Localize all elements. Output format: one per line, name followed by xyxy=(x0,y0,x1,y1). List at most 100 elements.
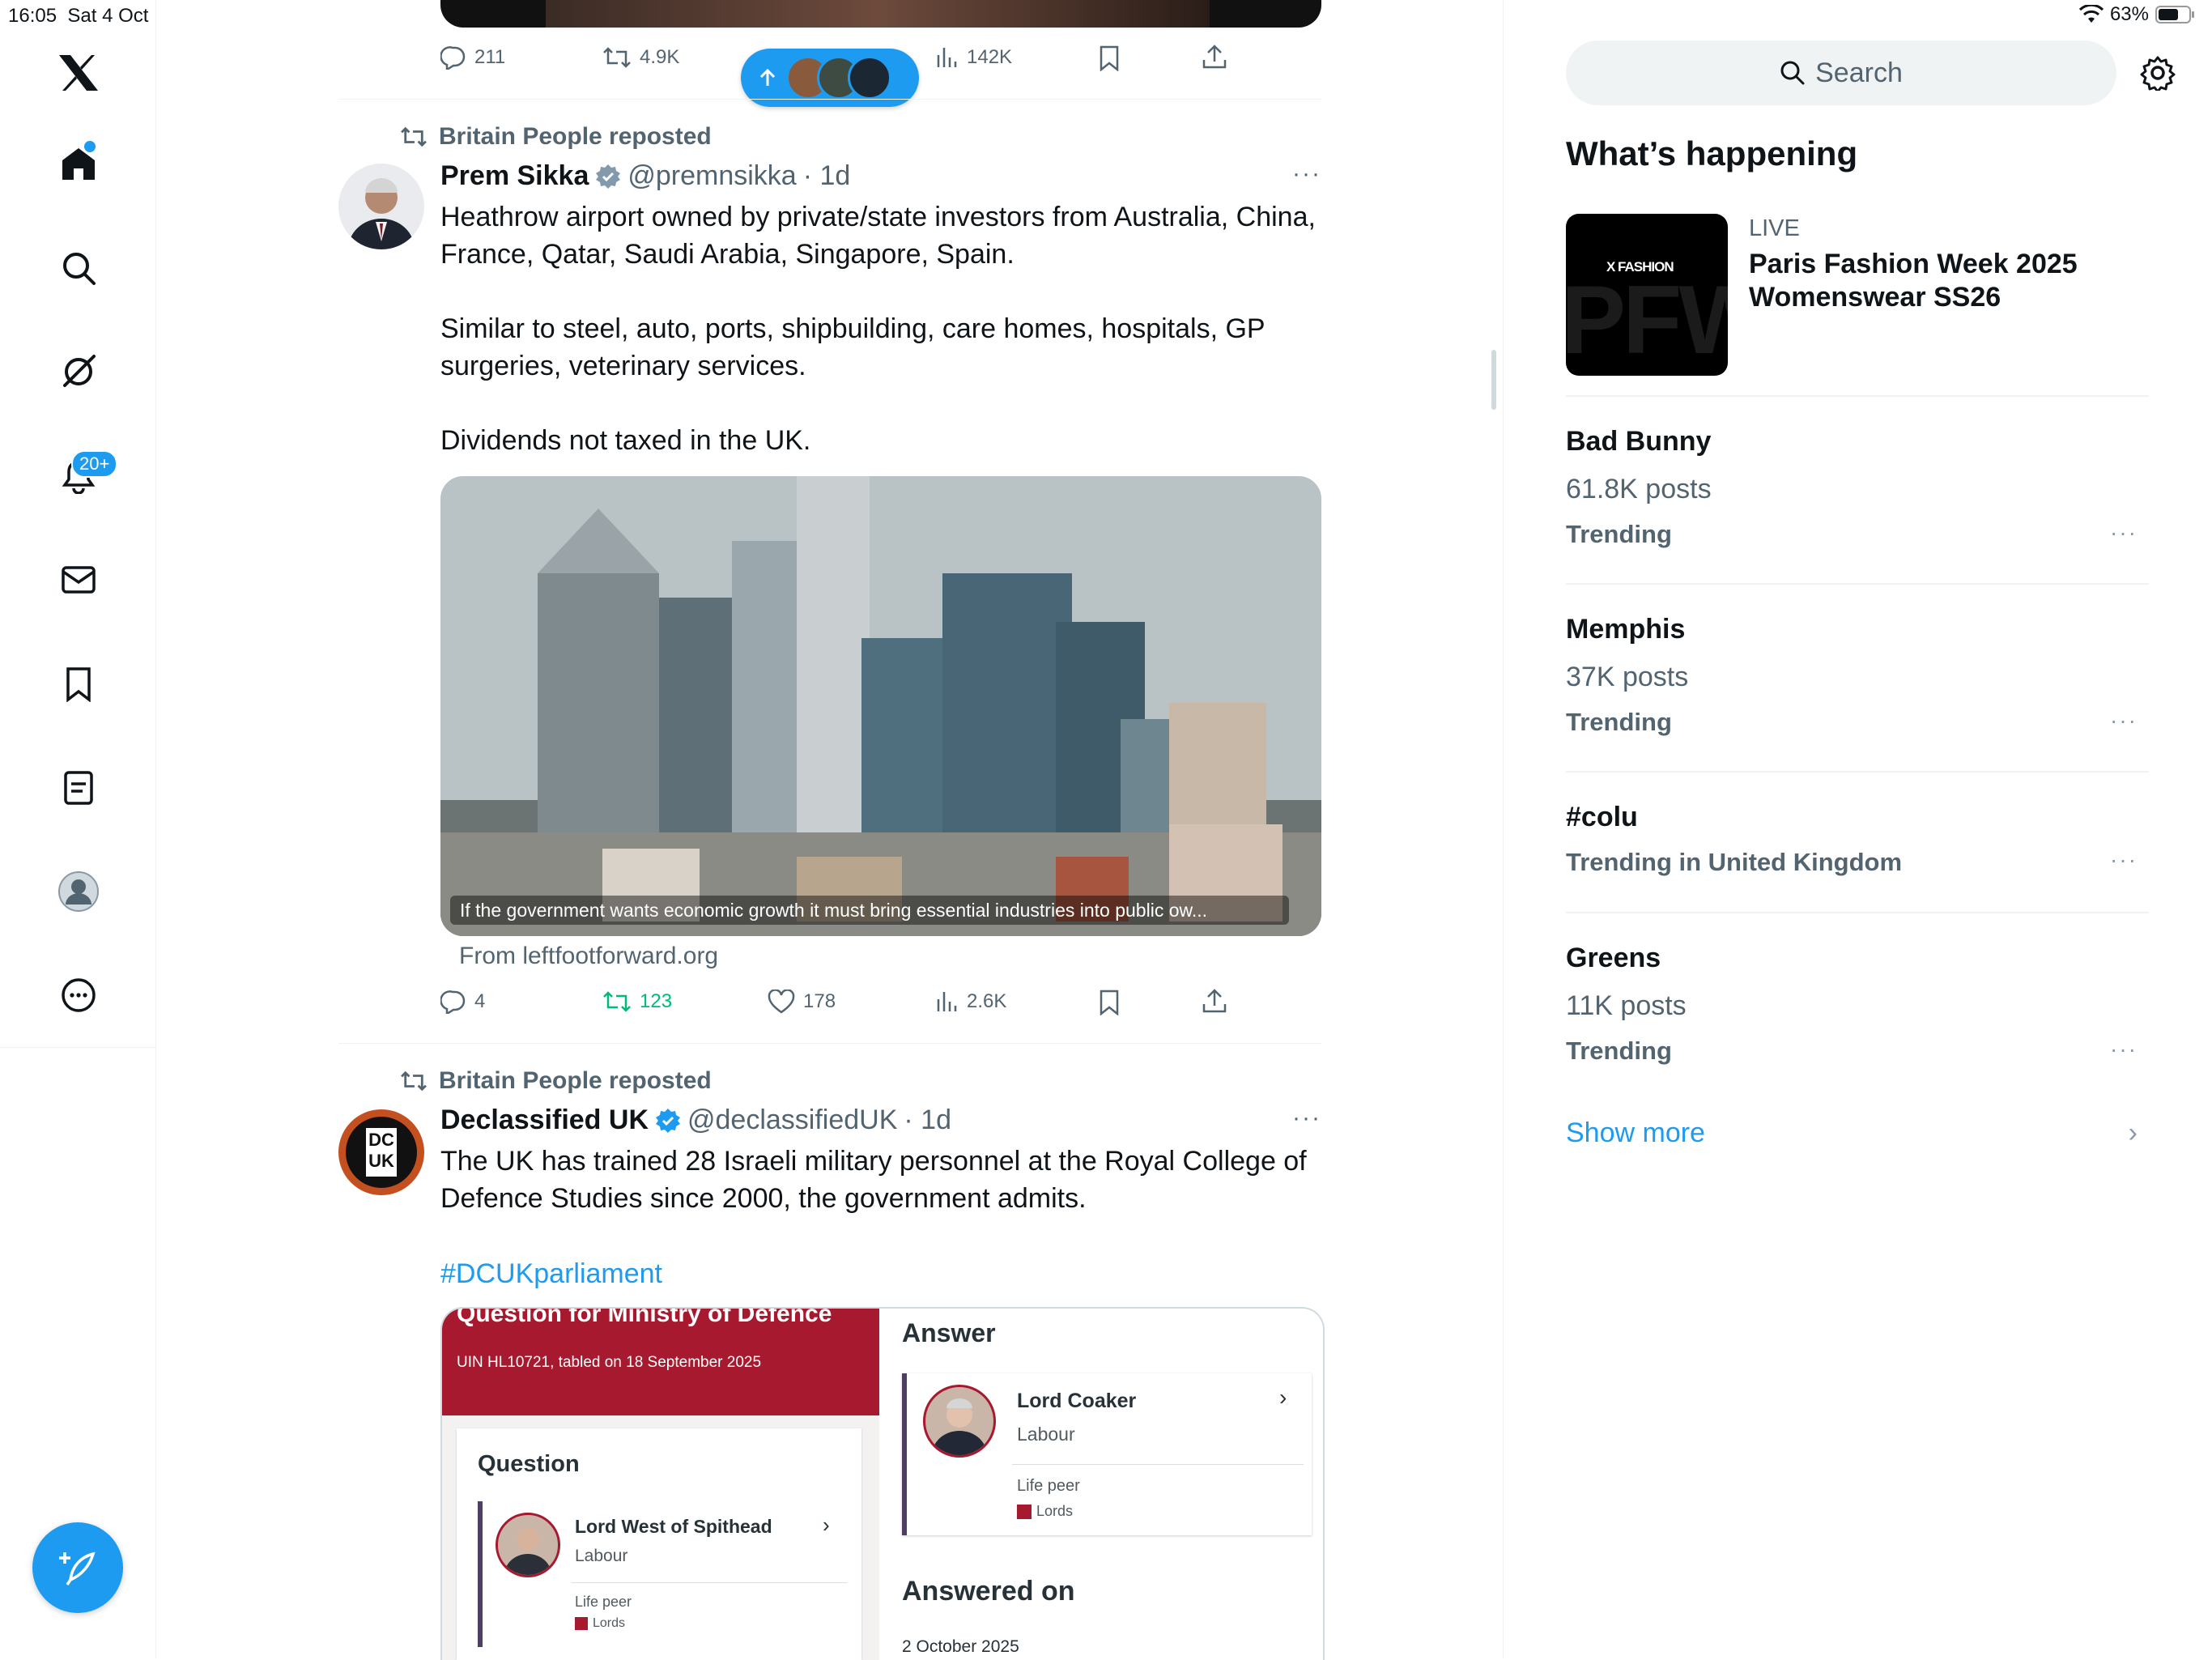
search-input[interactable]: Search xyxy=(1566,40,2116,105)
author-handle[interactable]: @declassifiedUK xyxy=(687,1105,897,1136)
trend-divider xyxy=(1566,395,2149,397)
views-count: 2.6K xyxy=(967,990,1007,1012)
search-icon xyxy=(1780,61,1805,85)
nav-divider xyxy=(0,1047,155,1048)
repost-button[interactable]: 123 xyxy=(602,990,672,1014)
grok-icon[interactable] xyxy=(50,343,107,400)
column-separator xyxy=(1503,0,1504,1658)
tweet-divider xyxy=(338,99,1321,100)
views-button[interactable]: 2.6K xyxy=(934,990,1006,1014)
author-name[interactable]: Declassified UK xyxy=(440,1105,649,1136)
live-event-thumbnail[interactable]: PFW X FASHION xyxy=(1566,214,1728,376)
trend-title: Bad Bunny xyxy=(1566,426,1712,457)
avatar-logo-text: DC UK xyxy=(366,1128,397,1177)
profile-avatar-icon[interactable] xyxy=(50,863,107,920)
trend-divider xyxy=(1566,912,2149,913)
asker-card: Lord West of Spithead › Labour Life peer… xyxy=(478,1501,852,1647)
link-card-image[interactable] xyxy=(440,476,1321,936)
home-icon[interactable] xyxy=(50,135,107,192)
reply-button[interactable]: 4 xyxy=(440,990,485,1014)
question-uin: UIN HL10721, tabled on 18 September 2025 xyxy=(457,1354,762,1371)
live-badge: LIVE xyxy=(1749,215,1800,241)
share-button[interactable] xyxy=(1202,44,1227,70)
repost-label: Britain People reposted xyxy=(439,123,712,150)
author-handle[interactable]: @premnsikka xyxy=(627,160,796,192)
trend-context: Trending xyxy=(1566,708,1672,736)
answerer-house: Lords xyxy=(1017,1503,1073,1520)
bookmarks-icon[interactable] xyxy=(50,656,107,713)
asker-party: Labour xyxy=(575,1547,628,1565)
repost-label: Britain People reposted xyxy=(439,1067,712,1094)
more-options-icon[interactable] xyxy=(50,967,107,1024)
heart-icon xyxy=(768,990,795,1014)
trend-posts: 61.8K posts xyxy=(1566,474,1712,504)
views-chart-icon xyxy=(937,992,957,1011)
share-icon xyxy=(1202,989,1227,1013)
trend-divider xyxy=(1566,583,2149,585)
reply-button[interactable]: 211 xyxy=(440,45,505,70)
repost-button[interactable]: 4.9K xyxy=(602,45,679,70)
tweet-more-options-icon[interactable]: ··· xyxy=(1292,1105,1321,1132)
views-button[interactable]: 142K xyxy=(934,45,1012,70)
parliament-answer-card[interactable]: Question for Ministry of Defence UIN HL1… xyxy=(440,1307,1325,1660)
trend-more-options-icon[interactable]: ··· xyxy=(2110,847,2138,873)
repost-icon xyxy=(603,991,631,1012)
trend-item[interactable]: Bad Bunny 61.8K posts Trending ··· xyxy=(1566,426,2149,588)
chevron-right-icon: › xyxy=(2128,1117,2138,1148)
trend-more-options-icon[interactable]: ··· xyxy=(2110,708,2138,734)
question-header: Question for Ministry of Defence UIN HL1… xyxy=(442,1309,879,1415)
views-count: 142K xyxy=(967,46,1013,68)
tweet-more-options-icon[interactable]: ··· xyxy=(1292,160,1321,188)
question-label: Question xyxy=(478,1451,580,1477)
bookmark-button[interactable] xyxy=(1098,990,1121,1015)
bookmark-icon xyxy=(1100,990,1119,1015)
messages-envelope-icon[interactable] xyxy=(50,551,107,608)
asker-photo xyxy=(496,1513,560,1577)
show-more-link[interactable]: Show more › xyxy=(1566,1117,2149,1149)
compose-post-button[interactable] xyxy=(32,1522,123,1613)
link-card-source[interactable]: From leftfootforward.org xyxy=(459,943,718,970)
avatar[interactable]: DC UK xyxy=(338,1109,424,1195)
repost-context: Britain People reposted xyxy=(400,1067,712,1095)
settings-gear-icon[interactable] xyxy=(2140,55,2176,91)
trend-context: Trending xyxy=(1566,1036,1672,1065)
repost-count: 123 xyxy=(640,990,673,1012)
repost-count: 4.9K xyxy=(640,46,680,68)
trend-divider xyxy=(1566,771,2149,773)
trend-item[interactable]: Greens 11K posts Trending ··· xyxy=(1566,943,2149,1105)
trend-title: #colu xyxy=(1566,802,1638,832)
trend-title: Greens xyxy=(1566,943,1661,973)
x-logo-icon[interactable] xyxy=(50,45,107,101)
tweet-time[interactable]: · 1d xyxy=(803,160,851,192)
trend-more-options-icon[interactable]: ··· xyxy=(2110,1036,2138,1062)
new-posts-avatars xyxy=(785,56,891,100)
answerer-photo xyxy=(923,1385,996,1458)
bookmark-button[interactable] xyxy=(1098,45,1121,71)
tweet-author[interactable]: Declassified UK @declassifiedUK · 1d xyxy=(440,1105,951,1136)
trend-item[interactable]: #colu Trending in United Kingdom ··· xyxy=(1566,802,2149,907)
asker-house: Lords xyxy=(575,1616,625,1631)
avatar[interactable] xyxy=(338,164,424,249)
reply-count: 211 xyxy=(474,46,506,68)
tweet-text: The UK has trained 28 Israeli military p… xyxy=(440,1146,1315,1214)
trend-more-options-icon[interactable]: ··· xyxy=(2110,520,2138,546)
hashtag-link[interactable]: #DCUKparliament xyxy=(440,1255,662,1292)
repost-icon xyxy=(401,1070,427,1092)
previous-tweet-media[interactable] xyxy=(440,0,1321,28)
status-indicators: 63% xyxy=(2078,3,2196,26)
lists-icon[interactable] xyxy=(50,760,107,816)
author-name[interactable]: Prem Sikka xyxy=(440,160,589,192)
like-button[interactable]: 178 xyxy=(768,990,836,1014)
trend-item[interactable]: Memphis 37K posts Trending ··· xyxy=(1566,614,2149,776)
views-chart-icon xyxy=(937,48,957,67)
answerer-card: Lord Coaker › Labour Life peer Lords xyxy=(902,1373,1312,1535)
verified-badge-icon xyxy=(596,164,621,189)
feed-scrollbar[interactable] xyxy=(1491,350,1496,410)
search-icon[interactable] xyxy=(50,240,107,296)
tweet-time[interactable]: · 1d xyxy=(904,1105,951,1136)
whats-happening-heading: What’s happening xyxy=(1566,134,1858,172)
live-event-title[interactable]: Paris Fashion Week 2025 Womenswear SS26 xyxy=(1749,248,2121,314)
tweet-author[interactable]: Prem Sikka @premnsikka · 1d xyxy=(440,160,850,192)
share-button[interactable] xyxy=(1202,988,1227,1014)
asker-house-label: Lords xyxy=(593,1616,626,1630)
